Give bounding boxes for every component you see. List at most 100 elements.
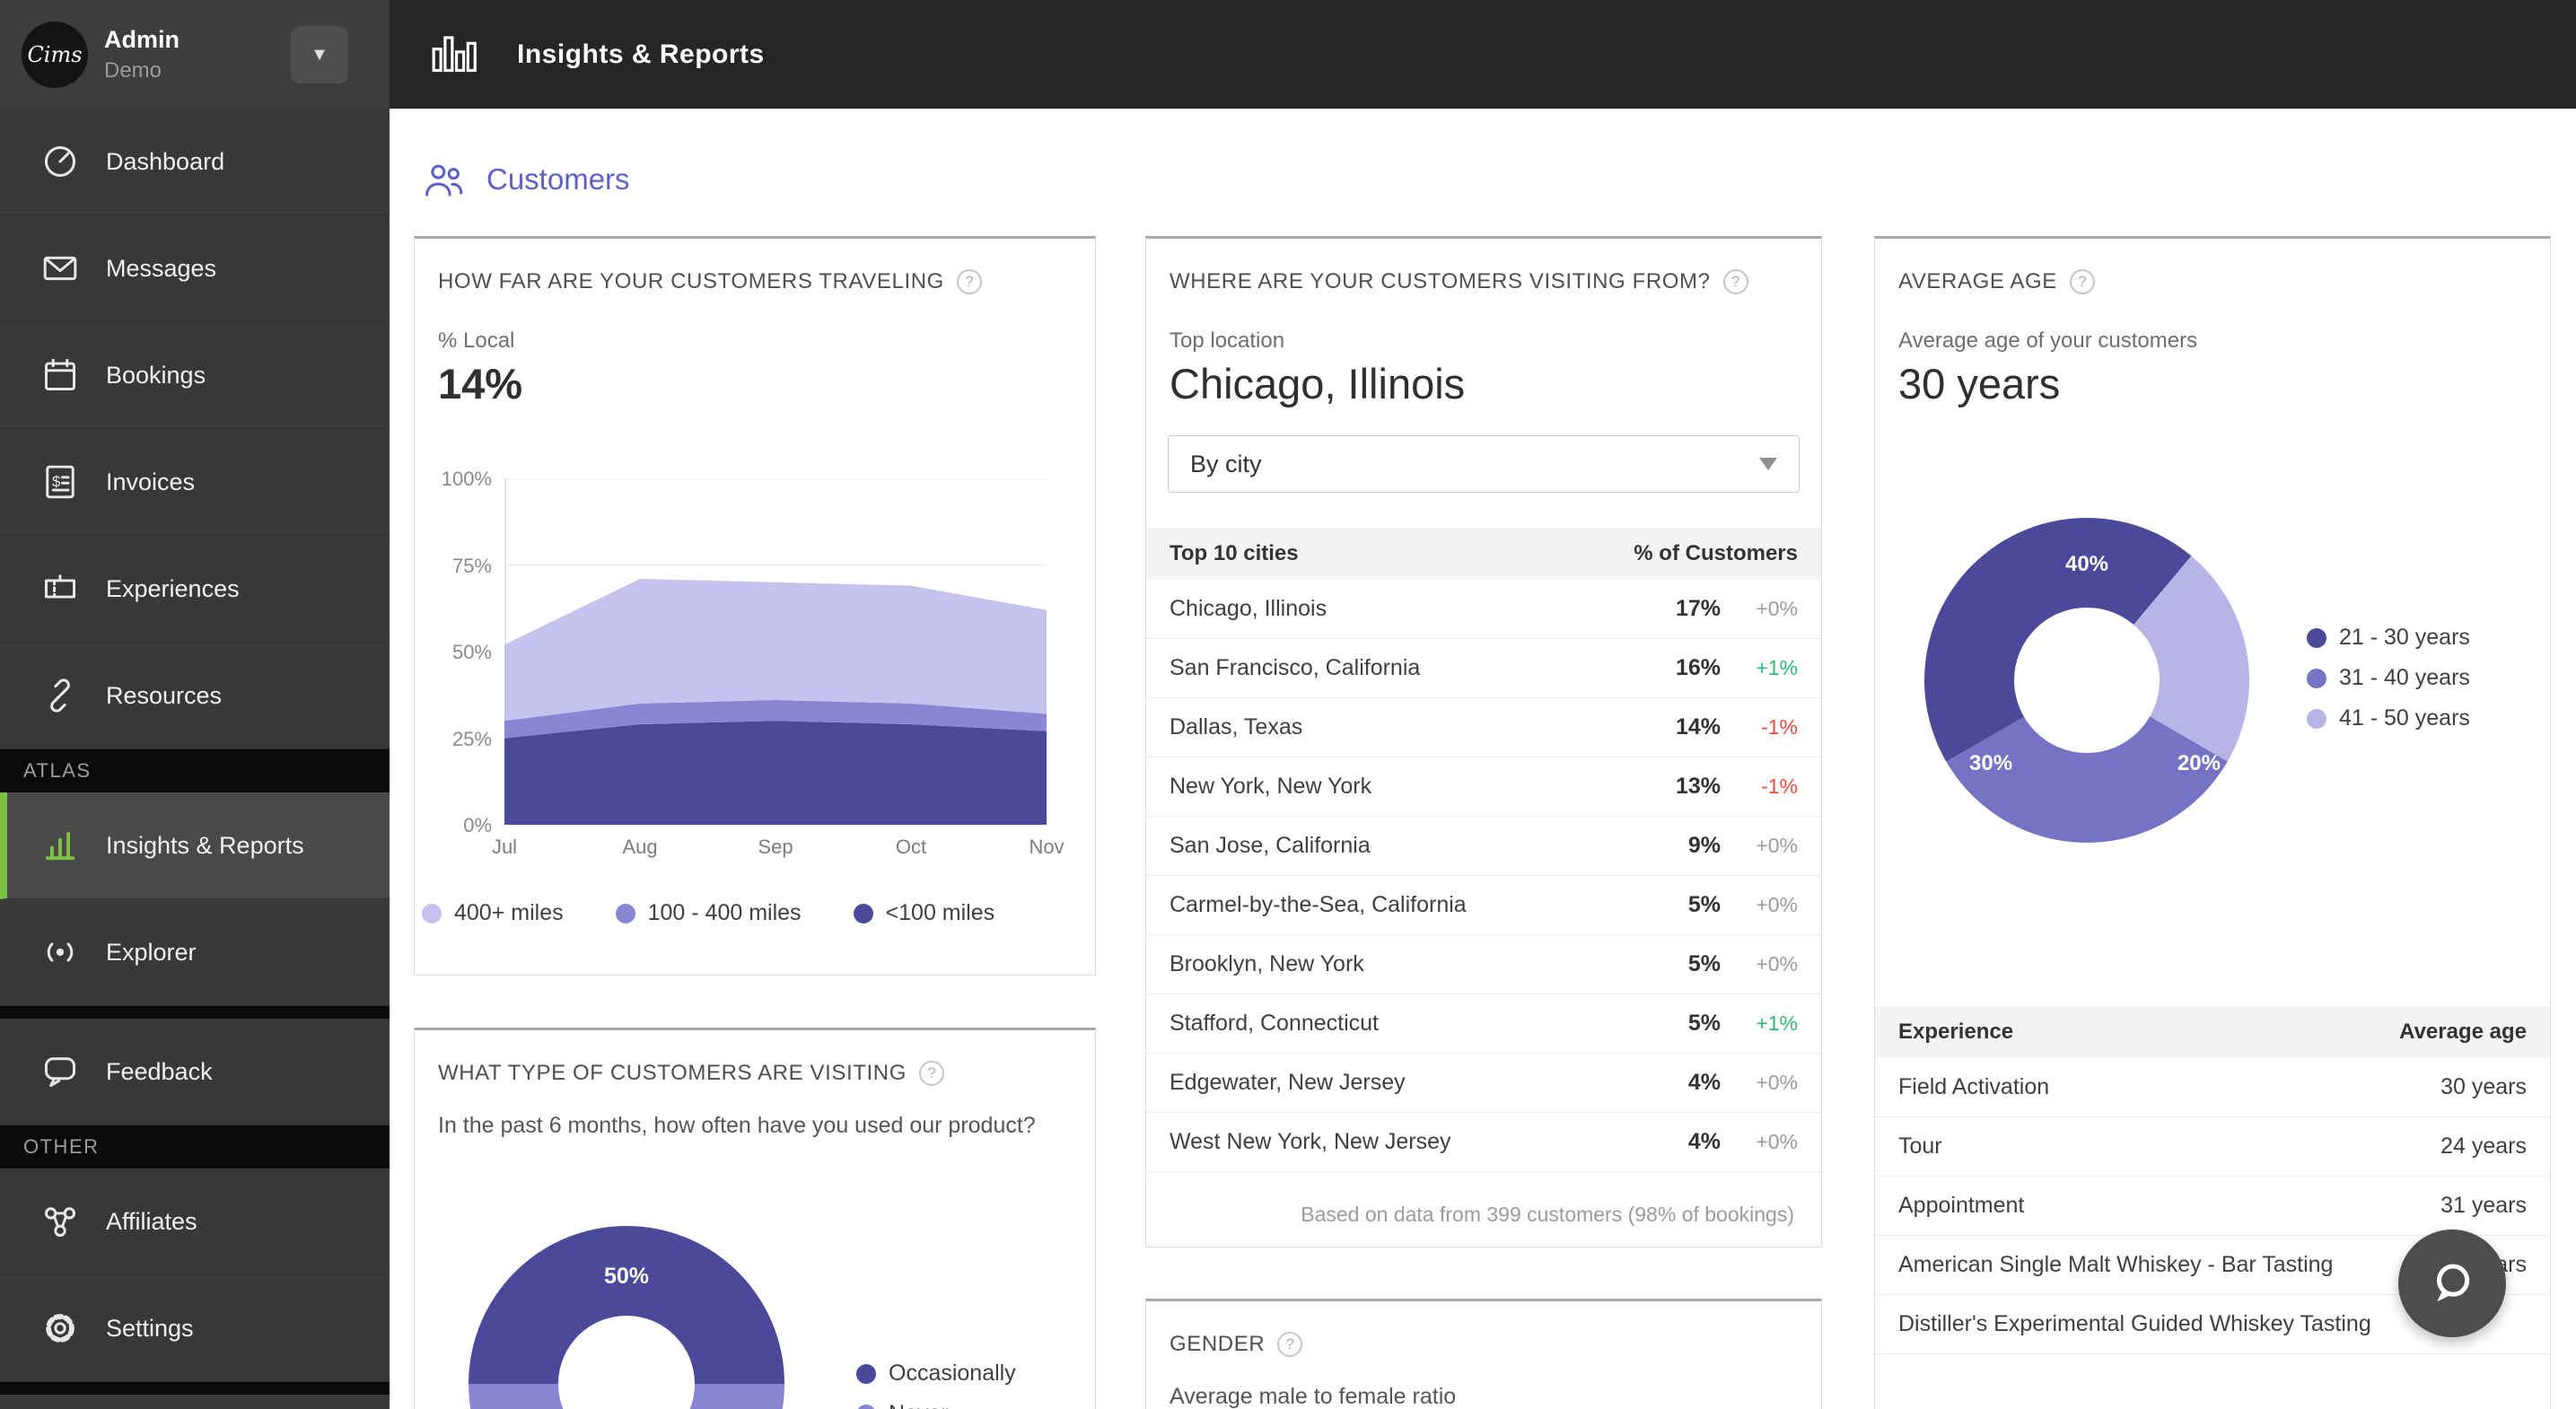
area-plot: JulAugSepOctNov: [504, 478, 1047, 825]
table-row: Edgewater, New Jersey4%+0%: [1146, 1054, 1821, 1113]
stat-value: 14%: [415, 359, 1095, 408]
delta-cell: +1%: [1721, 1011, 1798, 1036]
help-icon[interactable]: ?: [2070, 269, 2095, 294]
radar-icon: [39, 932, 81, 973]
select-value: By city: [1190, 451, 1262, 478]
table-row: Carmel-by-the-Sea, California5%+0%: [1146, 876, 1821, 935]
city-cell: Dallas, Texas: [1170, 714, 1640, 740]
pct-cell: 5%: [1640, 892, 1721, 918]
sidebar-item-label: Resources: [106, 682, 222, 710]
sidebar-item-label: Dashboard: [106, 148, 224, 176]
help-icon[interactable]: ?: [1723, 269, 1748, 294]
card-subtitle: Average male to female ratio: [1146, 1384, 1821, 1409]
section-title: Customers: [486, 162, 630, 197]
table-row: West New York, New Jersey4%+0%: [1146, 1113, 1821, 1172]
legend-dot: [2307, 669, 2326, 688]
table-row: New York, New York13%-1%: [1146, 757, 1821, 817]
delta-cell: +0%: [1721, 893, 1798, 917]
bar-chart-icon: [431, 32, 479, 77]
city-cell: Edgewater, New Jersey: [1170, 1070, 1640, 1096]
delta-cell: +0%: [1721, 1071, 1798, 1095]
pct-cell: 17%: [1640, 596, 1721, 622]
city-cell: Carmel-by-the-Sea, California: [1170, 892, 1640, 918]
legend-item: Occasionally: [856, 1361, 1016, 1387]
pct-cell: 9%: [1640, 833, 1721, 859]
table-footnote: Based on data from 399 customers (98% of…: [1146, 1203, 1821, 1227]
calendar-icon: [39, 354, 81, 396]
help-icon[interactable]: ?: [957, 269, 982, 294]
donut-segment-label: 40%: [2065, 552, 2108, 577]
topbar: Insights & Reports: [390, 0, 2576, 109]
chevron-down-icon: [1759, 458, 1777, 470]
donut-segment-label: 20%: [2177, 751, 2221, 776]
delta-cell: +0%: [1721, 952, 1798, 976]
age-cell: 24 years: [2392, 1133, 2527, 1160]
sidebar-item-bookings[interactable]: Bookings: [0, 322, 390, 429]
account-name: Admin: [104, 26, 180, 54]
donut-hole: [558, 1316, 695, 1409]
table-row: Appointment31 years: [1875, 1177, 2550, 1236]
chat-launcher-button[interactable]: [2398, 1230, 2506, 1337]
legend-dot: [854, 904, 873, 923]
pct-cell: 5%: [1640, 951, 1721, 977]
table-row: Brooklyn, New York5%+0%: [1146, 935, 1821, 994]
pct-cell: 4%: [1640, 1070, 1721, 1096]
delta-cell: +1%: [1721, 656, 1798, 680]
sidebar-item-label: Messages: [106, 255, 216, 283]
card-title: GENDER: [1170, 1332, 1265, 1357]
delta-cell: +0%: [1721, 597, 1798, 621]
legend-item: 100 - 400 miles: [616, 900, 802, 926]
area-chart: 0%25%50%75%100% JulAugSepOctNov: [415, 478, 1095, 825]
table-row: Field Activation30 years: [1875, 1058, 2550, 1117]
legend-item: 41 - 50 years: [2307, 705, 2470, 731]
sidebar-item-explorer[interactable]: Explorer: [0, 899, 390, 1006]
sidebar-item-dashboard[interactable]: Dashboard: [0, 109, 390, 215]
help-icon[interactable]: ?: [919, 1061, 944, 1086]
gauge-icon: [39, 141, 81, 182]
delta-cell: +0%: [1721, 834, 1798, 858]
delta-cell: -1%: [1721, 715, 1798, 740]
sidebar-item-invoices[interactable]: $ Invoices: [0, 429, 390, 536]
x-axis-labels: JulAugSepOctNov: [504, 836, 1047, 862]
card-traveling: HOW FAR ARE YOUR CUSTOMERS TRAVELING ? %…: [414, 236, 1096, 976]
delta-cell: -1%: [1721, 775, 1798, 799]
cities-table: Top 10 cities % of Customers Chicago, Il…: [1146, 528, 1821, 1172]
account-switcher[interactable]: Cims Admin Demo ▼: [0, 0, 390, 109]
bar-chart-icon: [39, 825, 81, 866]
stat-label: Average age of your customers: [1875, 328, 2550, 354]
card-title: WHERE ARE YOUR CUSTOMERS VISITING FROM?: [1170, 269, 1711, 294]
city-cell: Brooklyn, New York: [1170, 951, 1640, 977]
sidebar-item-messages[interactable]: Messages: [0, 215, 390, 322]
card-visiting-from: WHERE ARE YOUR CUSTOMERS VISITING FROM? …: [1145, 236, 1822, 1247]
ticket-icon: [39, 568, 81, 609]
page-title: Insights & Reports: [517, 39, 765, 70]
legend-dot: [2307, 709, 2326, 729]
experience-cell: Field Activation: [1898, 1074, 2392, 1100]
legend-item: 31 - 40 years: [2307, 665, 2470, 691]
table-row: San Francisco, California16%+1%: [1146, 639, 1821, 698]
sidebar-item-resources[interactable]: Resources: [0, 643, 390, 749]
experience-cell: Distiller's Experimental Guided Whiskey …: [1898, 1311, 2392, 1337]
sidebar-item-experiences[interactable]: Experiences: [0, 536, 390, 643]
sidebar-item-label: Invoices: [106, 468, 195, 496]
stat-value: Chicago, Illinois: [1146, 359, 1821, 408]
account-dropdown-button[interactable]: ▼: [291, 26, 348, 83]
card-subtitle: In the past 6 months, how often have you…: [415, 1113, 1095, 1139]
card-title: HOW FAR ARE YOUR CUSTOMERS TRAVELING: [438, 269, 944, 294]
sidebar-item-insights-reports[interactable]: Insights & Reports: [0, 792, 390, 899]
sidebar-item-settings[interactable]: Settings: [0, 1275, 390, 1382]
age-cell: 31 years: [2392, 1193, 2527, 1219]
account-org: Demo: [104, 58, 180, 83]
stat-label: Top location: [1146, 328, 1821, 354]
chart-legend: 400+ miles 100 - 400 miles <100 miles: [415, 900, 1095, 926]
city-filter-select[interactable]: By city: [1168, 435, 1800, 493]
age-cell: 30 years: [2392, 1074, 2527, 1100]
pct-cell: 13%: [1640, 774, 1721, 800]
stat-value: 30 years: [1875, 359, 2550, 408]
pct-cell: 5%: [1640, 1011, 1721, 1037]
sidebar-item-affiliates[interactable]: Affiliates: [0, 1168, 390, 1275]
sidebar-item-feedback[interactable]: Feedback: [0, 1019, 390, 1125]
link-icon: [39, 675, 81, 716]
help-icon[interactable]: ?: [1277, 1332, 1302, 1357]
invoice-icon: $: [39, 461, 81, 503]
